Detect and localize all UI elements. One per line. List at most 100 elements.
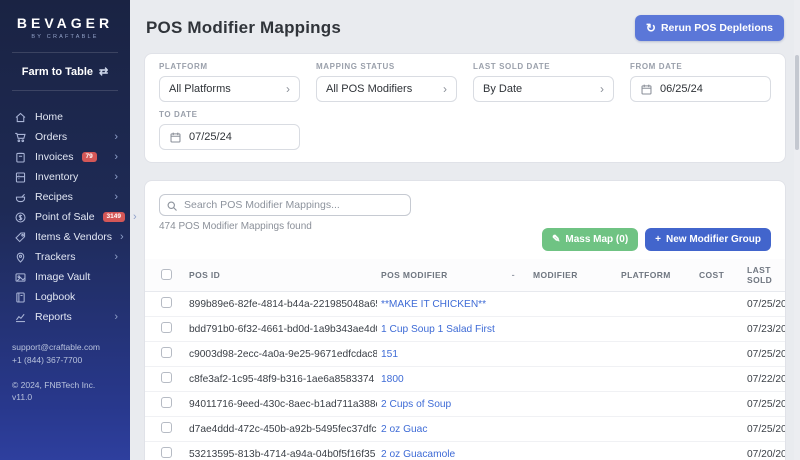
count-badge: 79	[81, 151, 97, 163]
to-date-input[interactable]: 07/25/24	[159, 124, 300, 150]
cost-cell	[695, 391, 743, 417]
support-phone: +1 (844) 367-7700	[12, 354, 83, 365]
sidebar-nav: Home Orders › Invoices 79 › Inventory › …	[0, 107, 137, 327]
table-row: c9003d98-2ecc-4a0a-9e25-9671edfcdac8 151…	[145, 341, 785, 367]
pencil-icon: ✎	[551, 233, 561, 245]
sidebar-item-label: Reports	[35, 311, 72, 323]
pos-modifier-link[interactable]: 2 oz Guac	[377, 416, 529, 442]
brand-name: BEVAGER	[16, 15, 114, 31]
count-badge: 3149	[102, 211, 126, 223]
chevron-right-icon: ›	[114, 310, 118, 323]
platform-cell	[617, 316, 695, 342]
pos-id-cell: d7ae4ddd-472c-450b-a92b-5495fec37dfc	[185, 416, 377, 442]
divider	[12, 90, 118, 91]
table-row: d7ae4ddd-472c-450b-a92b-5495fec37dfc 2 o…	[145, 416, 785, 442]
sidebar-item-invoices[interactable]: Invoices 79 ›	[0, 147, 130, 167]
pos-modifier-link[interactable]: 2 oz Guacamole	[377, 441, 529, 460]
sidebar-item-home[interactable]: Home	[0, 107, 130, 127]
platform-select[interactable]: All Platforms ›	[159, 76, 300, 102]
brand-logo: BEVAGER BY CRAFTABLE	[0, 0, 130, 40]
column-pos-modifier[interactable]: - POS MODIFIER	[377, 259, 529, 292]
column-pos-id[interactable]: POS ID	[185, 259, 377, 292]
column-last-sold[interactable]: LAST SOLD	[743, 259, 785, 292]
sidebar-item-trackers[interactable]: Trackers ›	[0, 247, 130, 267]
mapping-status-select[interactable]: All POS Modifiers ›	[316, 76, 457, 102]
pos-modifier-link[interactable]: 2 Cups of Soup	[377, 391, 529, 417]
chevron-right-icon: ›	[114, 190, 118, 203]
modifier-cell	[529, 316, 617, 342]
last-sold-cell: 07/22/2024	[743, 366, 785, 392]
new-modifier-group-button[interactable]: + New Modifier Group	[645, 228, 771, 251]
calendar-icon	[169, 131, 182, 144]
filter-platform: PLATFORM All Platforms ›	[159, 62, 300, 102]
table-row: bdd791b0-6f32-4661-bd0d-1a9b343ae4d0 1 C…	[145, 316, 785, 342]
scrollbar-thumb[interactable]	[795, 55, 799, 150]
row-checkbox[interactable]	[161, 297, 172, 308]
column-modifier[interactable]: MODIFIER	[529, 259, 617, 292]
page-header: POS Modifier Mappings ↻ Rerun POS Deplet…	[130, 0, 800, 53]
mass-map-button[interactable]: ✎ Mass Map (0)	[541, 228, 639, 251]
platform-cell	[617, 391, 695, 417]
sidebar-footer: support@craftable.com +1 (844) 367-7700 …	[0, 341, 130, 404]
sidebar-item-inventory[interactable]: Inventory ›	[0, 167, 130, 187]
row-checkbox[interactable]	[161, 372, 172, 383]
support-email[interactable]: support@craftable.com	[12, 341, 118, 354]
table-row: 94011716-9eed-430c-8aec-b1ad711a388c 2 C…	[145, 391, 785, 417]
recipes-icon	[14, 191, 27, 204]
sidebar-item-point-of-sale[interactable]: Point of Sale 3149 ›	[0, 207, 137, 227]
results-count: 474 POS Modifier Mappings found	[159, 221, 312, 232]
filters-panel: PLATFORM All Platforms › MAPPING STATUS …	[144, 53, 786, 163]
select-all-checkbox[interactable]	[161, 268, 172, 280]
sidebar-item-image-vault[interactable]: Image Vault	[0, 267, 130, 287]
cart-icon	[14, 131, 27, 144]
page-title: POS Modifier Mappings	[146, 18, 341, 37]
rerun-pos-depletions-button[interactable]: ↻ Rerun POS Depletions	[634, 15, 784, 41]
column-platform[interactable]: PLATFORM	[617, 259, 695, 292]
sidebar-item-reports[interactable]: Reports ›	[0, 307, 130, 327]
last-sold-date-select[interactable]: By Date ›	[473, 76, 614, 102]
from-date-input[interactable]: 06/25/24	[630, 76, 771, 102]
org-name: Farm to Table	[21, 65, 94, 78]
table-row: 53213595-813b-4714-a94a-04b0f5f16f35 2 o…	[145, 441, 785, 460]
copyright: © 2024, FNBTech Inc.	[12, 379, 96, 390]
pin-icon	[14, 251, 27, 264]
pos-modifier-link[interactable]: **MAKE IT CHICKEN**	[377, 291, 529, 317]
row-checkbox[interactable]	[161, 397, 172, 408]
pos-id-cell: c8fe3af2-1c95-48f9-b316-1ae6a8583374	[185, 366, 377, 392]
column-cost[interactable]: COST	[695, 259, 743, 292]
row-checkbox[interactable]	[161, 447, 172, 458]
row-checkbox[interactable]	[161, 422, 172, 433]
scrollbar[interactable]	[794, 0, 800, 460]
divider	[12, 52, 118, 53]
pos-modifier-link[interactable]: 1 Cup Soup 1 Salad First	[377, 316, 529, 342]
org-switcher[interactable]: Farm to Table ⇄	[0, 65, 130, 79]
filter-from-date: FROM DATE 06/25/24	[630, 62, 771, 102]
sidebar-item-items-vendors[interactable]: Items & Vendors ›	[0, 227, 130, 247]
search-input[interactable]	[159, 194, 411, 216]
cost-cell	[695, 341, 743, 367]
sidebar-item-recipes[interactable]: Recipes ›	[0, 187, 130, 207]
platform-cell	[617, 291, 695, 317]
modifier-cell	[529, 441, 617, 460]
last-sold-cell: 07/25/2024	[743, 291, 785, 317]
row-checkbox[interactable]	[161, 322, 172, 333]
row-checkbox[interactable]	[161, 347, 172, 358]
cost-cell	[695, 366, 743, 392]
modifier-cell	[529, 341, 617, 367]
sidebar-item-label: Invoices	[35, 151, 74, 163]
last-sold-cell: 07/23/2024	[743, 316, 785, 342]
sort-indicator[interactable]: -	[512, 270, 515, 280]
sidebar: BEVAGER BY CRAFTABLE Farm to Table ⇄ Hom…	[0, 0, 137, 460]
modifier-cell	[529, 291, 617, 317]
pos-modifier-link[interactable]: 1800	[377, 366, 529, 392]
sidebar-item-logbook[interactable]: Logbook	[0, 287, 130, 307]
pos-modifier-link[interactable]: 151	[377, 341, 529, 367]
clipboard-icon	[14, 151, 27, 164]
sidebar-item-label: Trackers	[35, 251, 76, 263]
inventory-icon	[14, 171, 27, 184]
pos-icon	[14, 211, 27, 224]
chevron-right-icon: ›	[114, 150, 118, 163]
app-version: v11.0	[12, 392, 33, 403]
sidebar-item-orders[interactable]: Orders ›	[0, 127, 130, 147]
mappings-panel: 474 POS Modifier Mappings found ✎ Mass M…	[144, 180, 786, 460]
